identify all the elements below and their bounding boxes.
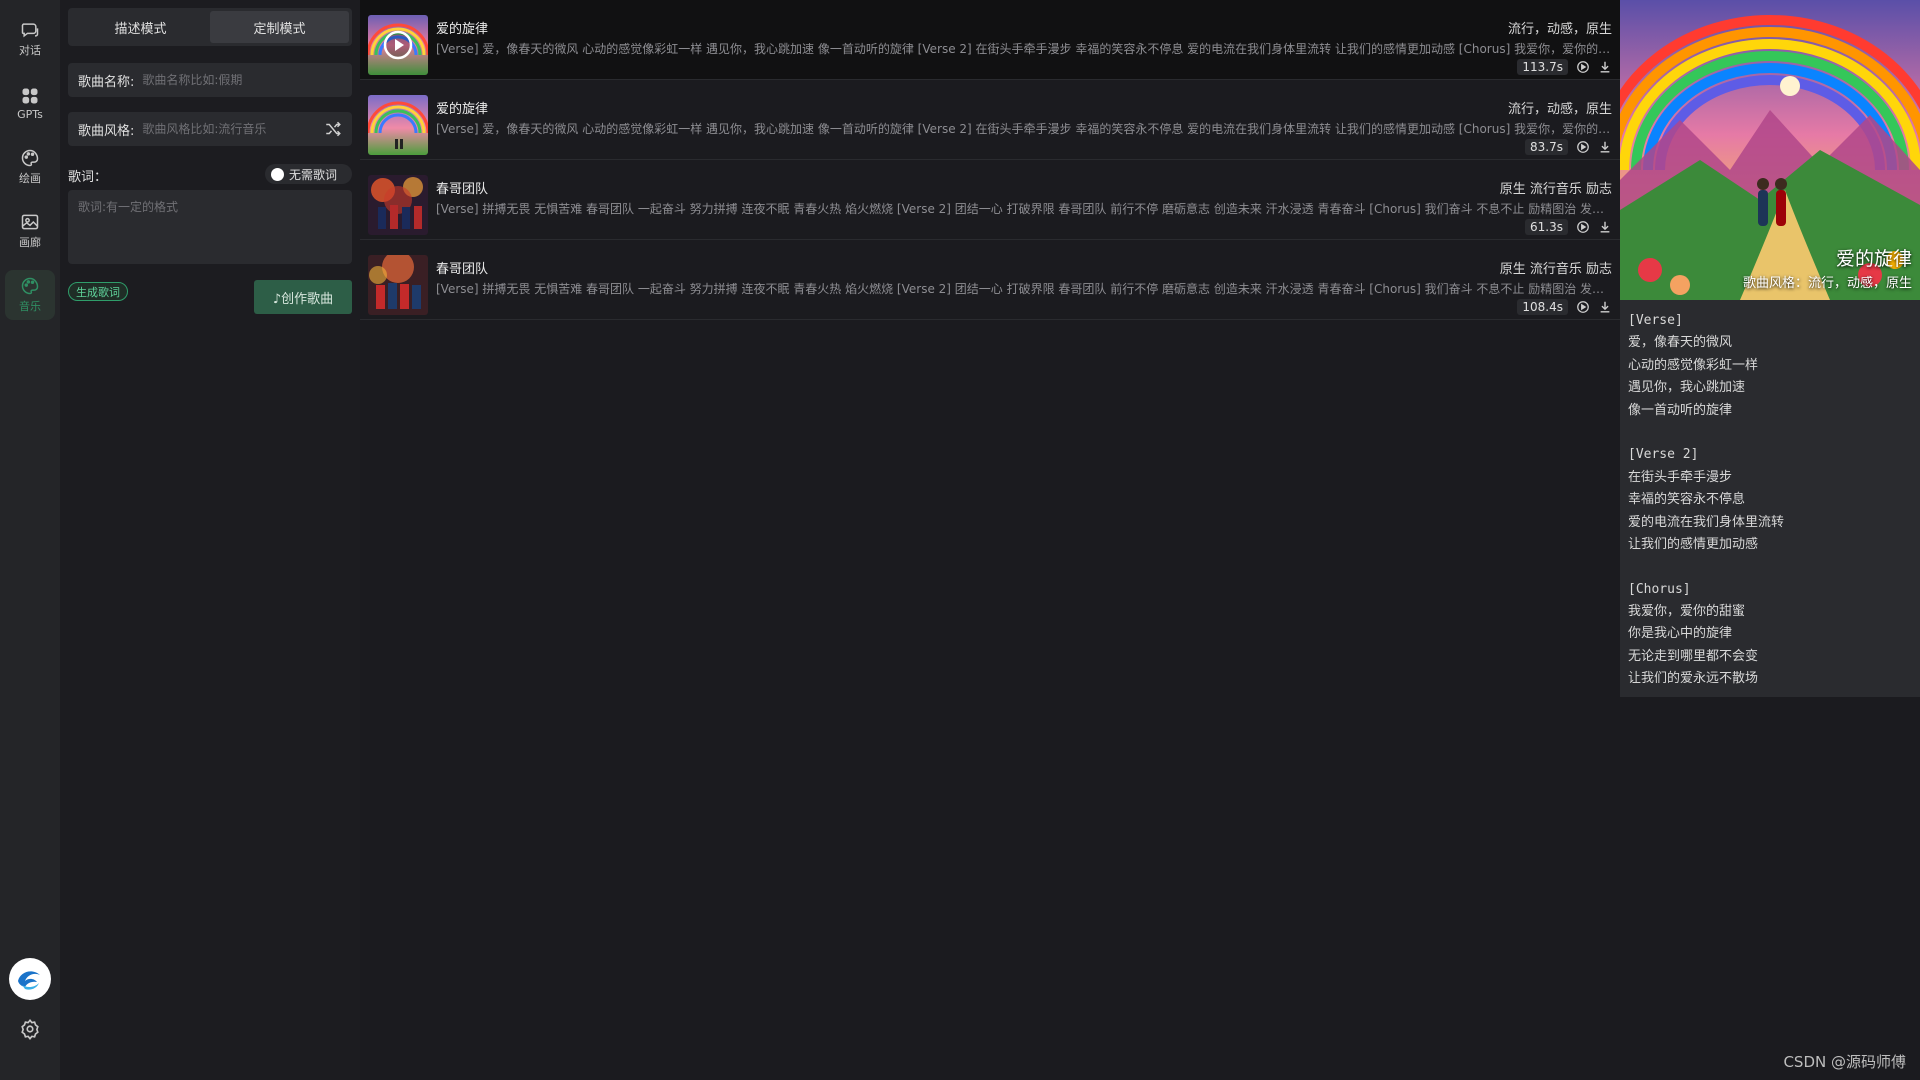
lyric-line: 你是我心中的旋律 bbox=[1628, 626, 1733, 642]
lyric-line: 让我们的感情更加动感 bbox=[1628, 536, 1759, 552]
toggle-knob bbox=[271, 167, 284, 181]
nav-label-draw: 绘画 bbox=[19, 172, 41, 185]
image-icon bbox=[21, 214, 39, 230]
lyric-line: 像一首动听的旋律 bbox=[1628, 402, 1733, 418]
download-icon[interactable] bbox=[1598, 60, 1612, 74]
watermark: CSDN @源码师傅 bbox=[1783, 1053, 1906, 1071]
song-cover bbox=[368, 175, 428, 235]
tab-custom-mode[interactable]: 定制模式 bbox=[210, 11, 349, 43]
nav-item-gallery[interactable]: 画廊 bbox=[5, 206, 55, 256]
song-name-label: 歌曲名称: bbox=[78, 74, 135, 90]
song-row[interactable]: 爱的旋律 流行，动感，原生 [Verse] 爱，像春天的微风 心动的感觉像彩虹一… bbox=[360, 0, 1620, 80]
download-icon[interactable] bbox=[1598, 220, 1612, 234]
song-tags: 流行，动感，原生 bbox=[1507, 22, 1612, 37]
chat-icon bbox=[21, 23, 39, 38]
song-row[interactable]: 春哥团队 原生 流行音乐 励志 [Verse] 拼搏无畏 无惧苦难 春哥团队 一… bbox=[360, 160, 1620, 240]
play-icon[interactable] bbox=[1576, 140, 1590, 154]
settings-button[interactable] bbox=[19, 1018, 41, 1040]
song-title: 爱的旋律 bbox=[436, 22, 489, 37]
grid-icon bbox=[22, 88, 38, 103]
lyrics-textarea[interactable] bbox=[68, 190, 352, 264]
lyric-line: 爱的电流在我们身体里流转 bbox=[1628, 514, 1785, 530]
song-lyrics-preview: [Verse] 爱，像春天的微风 心动的感觉像彩虹一样 遇见你，我心跳加速 像一… bbox=[436, 42, 1612, 56]
lyric-line: 幸福的笑容永不停息 bbox=[1628, 492, 1746, 508]
song-duration: 61.3s bbox=[1525, 219, 1568, 235]
song-title: 春哥团队 bbox=[436, 182, 489, 197]
nav-item-chat[interactable]: 对话 bbox=[5, 14, 55, 64]
music-icon bbox=[21, 277, 39, 295]
download-icon[interactable] bbox=[1598, 140, 1612, 154]
avatar[interactable] bbox=[9, 958, 51, 1000]
nav-item-music[interactable]: 音乐 bbox=[5, 270, 55, 320]
lyric-line: 在街头手牵手漫步 bbox=[1628, 469, 1733, 485]
song-form-panel: 描述模式 定制模式 歌曲名称: 歌曲风格: 歌词： 无需歌词 生成歌词 ♪创作歌… bbox=[60, 0, 360, 1080]
song-meta: 113.7s bbox=[1517, 59, 1612, 75]
song-lyrics-preview: [Verse] 拼搏无畏 无惧苦难 春哥团队 一起奋斗 努力拼搏 连夜不眠 青春… bbox=[436, 282, 1612, 296]
detail-lyrics: [Verse] 爱，像春天的微风 心动的感觉像彩虹一样 遇见你，我心跳加速 像一… bbox=[1620, 300, 1920, 697]
play-button[interactable] bbox=[368, 15, 428, 75]
mode-tabs: 描述模式 定制模式 bbox=[68, 8, 352, 46]
song-title: 春哥团队 bbox=[436, 262, 489, 277]
lyric-line: [Verse] bbox=[1628, 313, 1683, 328]
song-title: 爱的旋律 bbox=[436, 102, 489, 117]
song-lyrics-preview: [Verse] 爱，像春天的微风 心动的感觉像彩虹一样 遇见你，我心跳加速 像一… bbox=[436, 122, 1612, 136]
song-meta: 61.3s bbox=[1525, 219, 1612, 235]
lyrics-label: 歌词： bbox=[68, 170, 108, 185]
nav-label-chat: 对话 bbox=[19, 44, 41, 57]
song-cover bbox=[368, 95, 428, 155]
lyric-line: 我爱你，爱你的甜蜜 bbox=[1628, 604, 1746, 620]
detail-title: 爱的旋律 bbox=[1835, 248, 1912, 270]
song-detail-panel: 爱的旋律 歌曲风格：流行，动感，原生 [Verse] 爱，像春天的微风 心动的感… bbox=[1620, 0, 1920, 1080]
play-icon[interactable] bbox=[1576, 300, 1590, 314]
song-tags: 原生 流行音乐 励志 bbox=[1499, 182, 1612, 197]
lyric-line: 遇见你，我心跳加速 bbox=[1628, 380, 1746, 396]
detail-style: 歌曲风格：流行，动感，原生 bbox=[1742, 276, 1912, 291]
generate-lyrics-button[interactable]: 生成歌词 bbox=[68, 282, 128, 301]
play-icon[interactable] bbox=[1576, 60, 1590, 74]
song-row[interactable]: 爱的旋律 流行，动感，原生 [Verse] 爱，像春天的微风 心动的感觉像彩虹一… bbox=[360, 80, 1620, 160]
song-duration: 113.7s bbox=[1517, 59, 1568, 75]
song-row[interactable]: 春哥团队 原生 流行音乐 励志 [Verse] 拼搏无畏 无惧苦难 春哥团队 一… bbox=[360, 240, 1620, 320]
no-lyrics-toggle[interactable]: 无需歌词 bbox=[265, 164, 352, 184]
nav-item-gpts[interactable]: GPTs bbox=[5, 78, 55, 128]
play-icon[interactable] bbox=[1576, 220, 1590, 234]
song-tags: 原生 流行音乐 励志 bbox=[1499, 262, 1612, 277]
lyric-line bbox=[1628, 556, 1912, 578]
lyric-line: [Verse 2] bbox=[1628, 447, 1699, 463]
no-lyrics-label: 无需歌词 bbox=[289, 167, 338, 182]
nav-label-gpts: GPTs bbox=[17, 107, 43, 121]
tab-describe-mode[interactable]: 描述模式 bbox=[71, 11, 210, 43]
song-name-input[interactable] bbox=[142, 73, 342, 87]
song-duration: 108.4s bbox=[1517, 299, 1568, 315]
create-song-button[interactable]: ♪创作歌曲 bbox=[254, 280, 352, 314]
shuffle-icon[interactable] bbox=[324, 120, 342, 138]
nav-label-gallery: 画廊 bbox=[19, 236, 41, 249]
song-duration: 83.7s bbox=[1525, 139, 1568, 155]
lyric-line bbox=[1628, 422, 1912, 444]
song-list: 爱的旋律 流行，动感，原生 [Verse] 爱，像春天的微风 心动的感觉像彩虹一… bbox=[360, 0, 1620, 1080]
song-meta: 108.4s bbox=[1517, 299, 1612, 315]
song-meta: 83.7s bbox=[1525, 139, 1612, 155]
song-style-field: 歌曲风格: bbox=[68, 112, 352, 146]
lyric-line: 无论走到哪里都不会变 bbox=[1628, 648, 1759, 664]
left-nav: 对话 GPTs 绘画 画廊 音乐 bbox=[0, 0, 60, 1080]
detail-cover-art: 爱的旋律 歌曲风格：流行，动感，原生 bbox=[1620, 0, 1920, 300]
download-icon[interactable] bbox=[1598, 300, 1612, 314]
gear-icon bbox=[21, 1018, 39, 1040]
lyric-line: 让我们的爱永远不散场 bbox=[1628, 671, 1759, 687]
logo-icon bbox=[13, 962, 47, 996]
song-name-field: 歌曲名称: bbox=[68, 63, 352, 97]
song-tags: 流行，动感，原生 bbox=[1507, 102, 1612, 117]
nav-item-draw[interactable]: 绘画 bbox=[5, 142, 55, 192]
song-lyrics-preview: [Verse] 拼搏无畏 无惧苦难 春哥团队 一起奋斗 努力拼搏 连夜不眠 青春… bbox=[436, 202, 1612, 216]
lyric-line: 爱，像春天的微风 bbox=[1628, 335, 1733, 351]
lyric-line: 心动的感觉像彩虹一样 bbox=[1628, 357, 1759, 373]
lyric-line: [Chorus] bbox=[1628, 581, 1691, 597]
play-circle-icon bbox=[383, 30, 413, 60]
nav-label-music: 音乐 bbox=[19, 300, 41, 313]
song-cover bbox=[368, 255, 428, 315]
song-style-label: 歌曲风格: bbox=[78, 123, 135, 139]
palette-icon bbox=[21, 149, 39, 167]
song-style-input[interactable] bbox=[142, 122, 324, 136]
